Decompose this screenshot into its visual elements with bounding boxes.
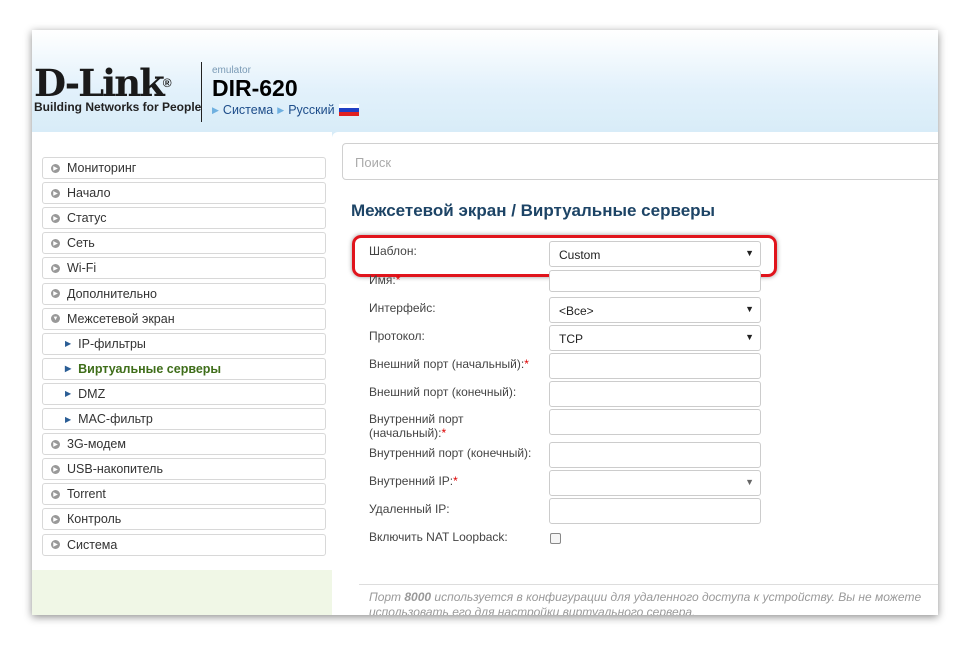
model-info: emulator DIR-620 ▶ Система ▶ Русский	[212, 65, 359, 117]
int-ip-combobox[interactable]: ▼	[549, 470, 761, 496]
ext-start-label: Внешний порт (начальный):*	[369, 357, 529, 371]
remote-ip-input[interactable]	[549, 498, 761, 524]
sidebar-item[interactable]: ▶ Wi-Fi	[42, 257, 326, 280]
ext-start-input[interactable]	[549, 353, 761, 379]
sidebar-item[interactable]: ▶ Дополнительно	[42, 282, 326, 305]
system-link[interactable]: Система	[223, 103, 273, 117]
nat-loopback-checkbox[interactable]	[550, 533, 561, 544]
main-panel: Поиск Межсетевой экран / Виртуальные сер…	[332, 132, 938, 615]
sidebar-item-label: Статус	[67, 211, 107, 226]
bullet-icon: ▶	[51, 489, 60, 499]
bullet-icon: ▶	[51, 464, 60, 474]
sidebar-item-label: Сеть	[67, 236, 95, 251]
triangle-icon: ▶	[212, 104, 219, 115]
sidebar-item[interactable]: ▶ USB-накопитель	[42, 458, 326, 481]
bullet-icon: ▶	[51, 289, 60, 298]
bullet-icon: ▶	[51, 263, 60, 273]
dlink-logo: D-Link® Building Networks for People	[34, 64, 201, 114]
dropdown-arrow-icon: ▼	[745, 332, 754, 342]
name-label: Имя:*	[369, 273, 401, 287]
name-input[interactable]	[549, 270, 761, 292]
bullet-icon: ▼	[51, 314, 60, 324]
sidebar-item[interactable]: ▶ 3G-модем	[42, 433, 326, 456]
interface-value: <Все>	[559, 304, 594, 318]
tagline: Building Networks for People	[34, 100, 202, 114]
triangle-icon: ▶	[65, 389, 72, 399]
ext-end-input[interactable]	[549, 381, 761, 407]
sidebar-item-label: Система	[67, 537, 118, 552]
triangle-icon: ▶	[65, 414, 72, 424]
protocol-value: TCP	[559, 332, 583, 346]
sidebar-item[interactable]: ▶ Сеть	[42, 232, 326, 255]
brand: D-Link	[34, 61, 165, 105]
sidebar-item-label: Контроль	[67, 512, 122, 527]
bullet-icon: ▶	[51, 213, 60, 223]
router-window: D-Link® Building Networks for People emu…	[32, 30, 938, 615]
registered-mark: ®	[162, 76, 172, 90]
interface-label: Интерфейс:	[369, 301, 436, 315]
sidebar-item-label: IP-фильтры	[78, 336, 146, 351]
port-note: Порт 8000 используется в конфигурации дл…	[359, 584, 938, 615]
sidebar-item-label: Torrent	[67, 487, 106, 502]
triangle-icon: ▶	[277, 104, 285, 115]
dropdown-arrow-icon: ▼	[745, 477, 754, 487]
interface-select[interactable]: <Все> ▼	[549, 297, 761, 323]
sidebar-item[interactable]: ▶ Статус	[42, 207, 326, 230]
protocol-label: Протокол:	[369, 329, 425, 343]
sidebar-item-label: DMZ	[78, 386, 106, 401]
russian-flag-icon[interactable]	[338, 104, 359, 116]
header-links: ▶ Система ▶ Русский	[212, 103, 359, 117]
sidebar-item-label: Начало	[67, 186, 111, 201]
int-end-label: Внутренний порт (конечный):	[369, 446, 532, 460]
bullet-icon: ▶	[51, 163, 60, 173]
protocol-select[interactable]: TCP ▼	[549, 325, 761, 351]
header-divider	[201, 62, 202, 122]
ext-end-label: Внешний порт (конечный):	[369, 385, 517, 399]
triangle-icon: ▶	[65, 364, 72, 374]
sidebar-item[interactable]: ▶ Torrent	[42, 483, 326, 506]
int-start-label: Внутренний порт (начальный):*	[369, 412, 464, 440]
bullet-icon: ▶	[51, 514, 60, 524]
sidebar-item[interactable]: ▶ Система	[42, 533, 326, 556]
sidebar-item-label: Мониторинг	[67, 161, 137, 175]
triangle-icon: ▶	[65, 339, 72, 349]
bullet-icon: ▶	[51, 188, 60, 198]
bullet-icon: ▶	[51, 238, 60, 248]
sidebar-item[interactable]: ▶ MAC-фильтр	[42, 408, 326, 430]
bullet-icon: ▶	[51, 540, 60, 549]
bullet-icon: ▶	[51, 439, 60, 449]
sidebar: ▶ Мониторинг ▶ Начало ▶ Статус ▶ Сеть ▶ Wi-Fi ▶ Доп…	[32, 132, 332, 615]
sidebar-footer	[32, 570, 332, 615]
sidebar-item-label: 3G-модем	[67, 437, 126, 452]
sidebar-item-label: Межсетевой экран	[67, 311, 175, 326]
sidebar-item-label: Виртуальные серверы	[78, 361, 222, 376]
sidebar-item-label: Дополнительно	[67, 286, 157, 301]
int-start-input[interactable]	[549, 409, 761, 435]
model-name: DIR-620	[212, 75, 298, 101]
sidebar-item[interactable]: ▶ IP-фильтры	[42, 332, 326, 355]
sidebar-item-label: MAC-фильтр	[78, 412, 153, 426]
int-ip-label: Внутренний IP:*	[369, 474, 458, 488]
language-link[interactable]: Русский	[288, 103, 334, 117]
sidebar-item[interactable]: ▶ Начало	[42, 182, 326, 205]
sidebar-item-label: Wi-Fi	[67, 261, 97, 276]
page-title: Межсетевой экран / Виртуальные серверы	[351, 201, 716, 220]
sidebar-item[interactable]: ▶ Мониторинг	[42, 157, 326, 179]
sidebar-item[interactable]: ▶ Контроль	[42, 508, 326, 531]
dropdown-arrow-icon: ▼	[745, 304, 754, 314]
sidebar-item[interactable]: ▶ Виртуальные серверы	[42, 357, 326, 380]
sidebar-item[interactable]: ▼ Межсетевой экран	[42, 307, 326, 330]
nat-loopback-label: Включить NAT Loopback:	[369, 530, 508, 544]
sidebar-item-label: USB-накопитель	[67, 462, 163, 477]
sidebar-item[interactable]: ▶ DMZ	[42, 382, 326, 405]
search-input[interactable]: Поиск	[342, 143, 938, 180]
remote-ip-label: Удаленный IP:	[369, 502, 450, 516]
int-end-input[interactable]	[549, 442, 761, 468]
